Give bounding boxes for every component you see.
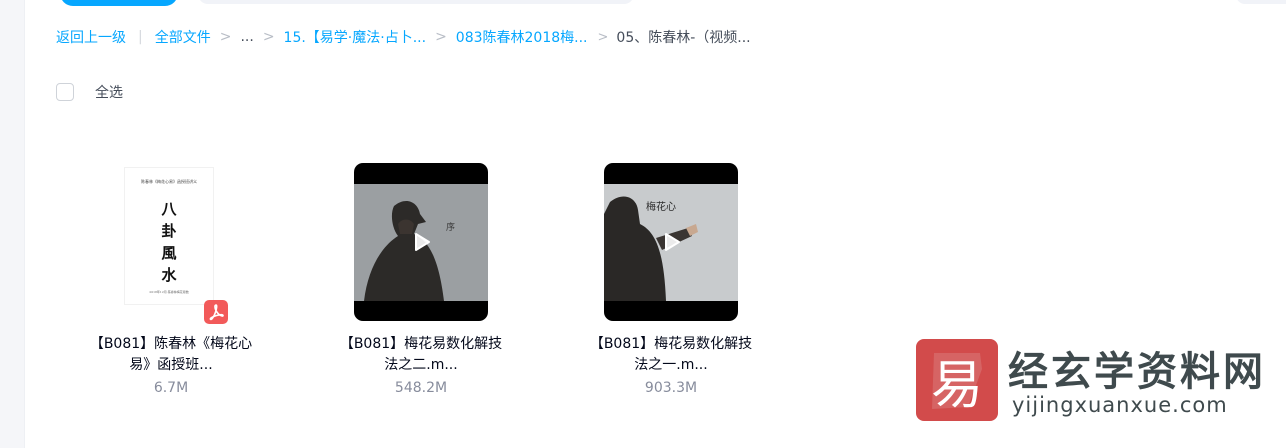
file-size: 903.3M — [644, 380, 698, 396]
top-right-control[interactable] — [1236, 0, 1286, 4]
file-name[interactable]: 【B081】陈春林《梅花心 易》函授班... — [71, 334, 271, 376]
file-thumbnail[interactable]: 梅花心 — [604, 162, 738, 321]
chevron-right-icon: > — [219, 29, 232, 45]
top-search-bar[interactable] — [198, 0, 634, 4]
pdf-title-char: 卦 — [161, 222, 177, 240]
file-name-line: 【B081】梅花易数化解技 — [589, 336, 753, 352]
watermark-url: yijingxuanxue.com — [1012, 393, 1228, 417]
pdf-title-char: 八 — [161, 200, 177, 218]
file-thumbnail[interactable]: 陈春林《梅花心易》函授班讲义 八 卦 風 水 2018年12月·陈春林梅花易数 — [104, 162, 238, 324]
file-name-line: 【B081】陈春林《梅花心 — [89, 336, 253, 352]
watermark-logo: 易 — [916, 339, 998, 421]
file-thumbnail[interactable]: 序 — [354, 162, 488, 321]
svg-text:梅花心: 梅花心 — [646, 200, 676, 213]
all-files-link[interactable]: 全部文件 — [155, 27, 211, 47]
video-preview: 序 — [354, 163, 488, 321]
chevron-right-icon: > — [597, 29, 609, 45]
select-all-control[interactable]: 全选 — [56, 82, 123, 102]
play-icon[interactable] — [405, 226, 437, 258]
breadcrumb-current: 05、陈春林-（视频... — [616, 30, 751, 46]
pdf-title-char: 水 — [161, 266, 177, 284]
file-name-line: 法之一.m... — [634, 357, 708, 373]
pdf-preview-footer: 2018年12月·陈春林梅花易数 — [149, 290, 189, 294]
breadcrumb-item-yixue[interactable]: 15.【易学·魔法·占卜... — [284, 27, 427, 47]
file-name-line: 易》函授班... — [129, 357, 213, 373]
chevron-right-icon: > — [435, 29, 447, 45]
file-item-video[interactable]: 序 【B081】梅花易数化解技 法之二.m... 548.2M — [321, 150, 521, 410]
pdf-preview-title: 八 卦 風 水 — [125, 198, 213, 286]
watermark-logo-char: 易 — [930, 355, 983, 416]
site-watermark: 易 经玄学资料网 yijingxuanxue.com — [916, 337, 1268, 421]
breadcrumb-item-083[interactable]: 083陈春林2018梅... — [456, 27, 588, 47]
file-item-video[interactable]: 梅花心 【B081】梅花易数化解技 法之一.m... 903.3M — [571, 150, 771, 410]
file-item-pdf[interactable]: 陈春林《梅花心易》函授班讲义 八 卦 風 水 2018年12月·陈春林梅花易数 … — [71, 150, 271, 410]
breadcrumb-ellipsis[interactable]: ... — [240, 29, 253, 45]
watermark-site-name: 经玄学资料网 — [1008, 349, 1266, 395]
checkbox-icon[interactable] — [56, 83, 74, 101]
back-link[interactable]: 返回上一级 — [56, 27, 126, 47]
file-size: 6.7M — [153, 380, 189, 396]
file-name[interactable]: 【B081】梅花易数化解技 法之二.m... — [321, 334, 521, 376]
file-name-line: 法之二.m... — [384, 357, 458, 373]
top-action-button[interactable] — [60, 0, 178, 6]
pdf-preview-header: 陈春林《梅花心易》函授班讲义 — [141, 179, 197, 184]
chevron-right-icon: > — [262, 29, 275, 45]
breadcrumb-divider: | — [138, 29, 143, 45]
svg-text:序: 序 — [446, 221, 455, 233]
video-preview: 梅花心 — [604, 163, 738, 321]
select-all-label: 全选 — [95, 85, 123, 101]
pdf-file-icon — [204, 300, 228, 324]
file-size: 548.2M — [394, 380, 448, 396]
breadcrumb: 返回上一级 | 全部文件 > ... > 15.【易学·魔法·占卜... > 0… — [56, 27, 751, 47]
pdf-preview-page: 陈春林《梅花心易》函授班讲义 八 卦 風 水 2018年12月·陈春林梅花易数 — [125, 168, 213, 304]
left-sidebar-edge — [0, 0, 25, 448]
file-name-line: 【B081】梅花易数化解技 — [339, 336, 503, 352]
play-icon[interactable] — [655, 226, 687, 258]
pdf-title-char: 風 — [161, 244, 177, 262]
file-name[interactable]: 【B081】梅花易数化解技 法之一.m... — [571, 334, 771, 376]
